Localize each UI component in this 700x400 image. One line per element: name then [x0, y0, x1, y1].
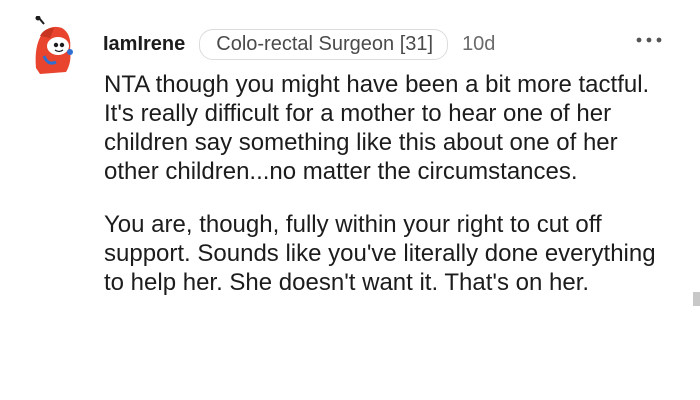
comment: IamIrene Colo-rectal Surgeon [31] 10d NT… — [0, 0, 700, 400]
scrollbar-thumb[interactable] — [693, 292, 700, 306]
more-options-button[interactable] — [634, 30, 664, 50]
timestamp[interactable]: 10d — [462, 33, 495, 56]
comment-paragraph: You are, though, fully within your right… — [104, 211, 656, 296]
user-flair: Colo-rectal Surgeon [31] — [199, 28, 449, 60]
comment-paragraph: NTA though you might have been a bit mor… — [104, 71, 650, 185]
avatar[interactable] — [30, 15, 80, 76]
more-horizontal-icon — [636, 37, 662, 43]
comment-body: NTA though you might have been a bit mor… — [104, 70, 664, 311]
snoo-avatar-icon — [35, 15, 73, 74]
comment-header: IamIrene Colo-rectal Surgeon [31] 10d — [103, 28, 495, 60]
username-link[interactable]: IamIrene — [103, 33, 185, 56]
